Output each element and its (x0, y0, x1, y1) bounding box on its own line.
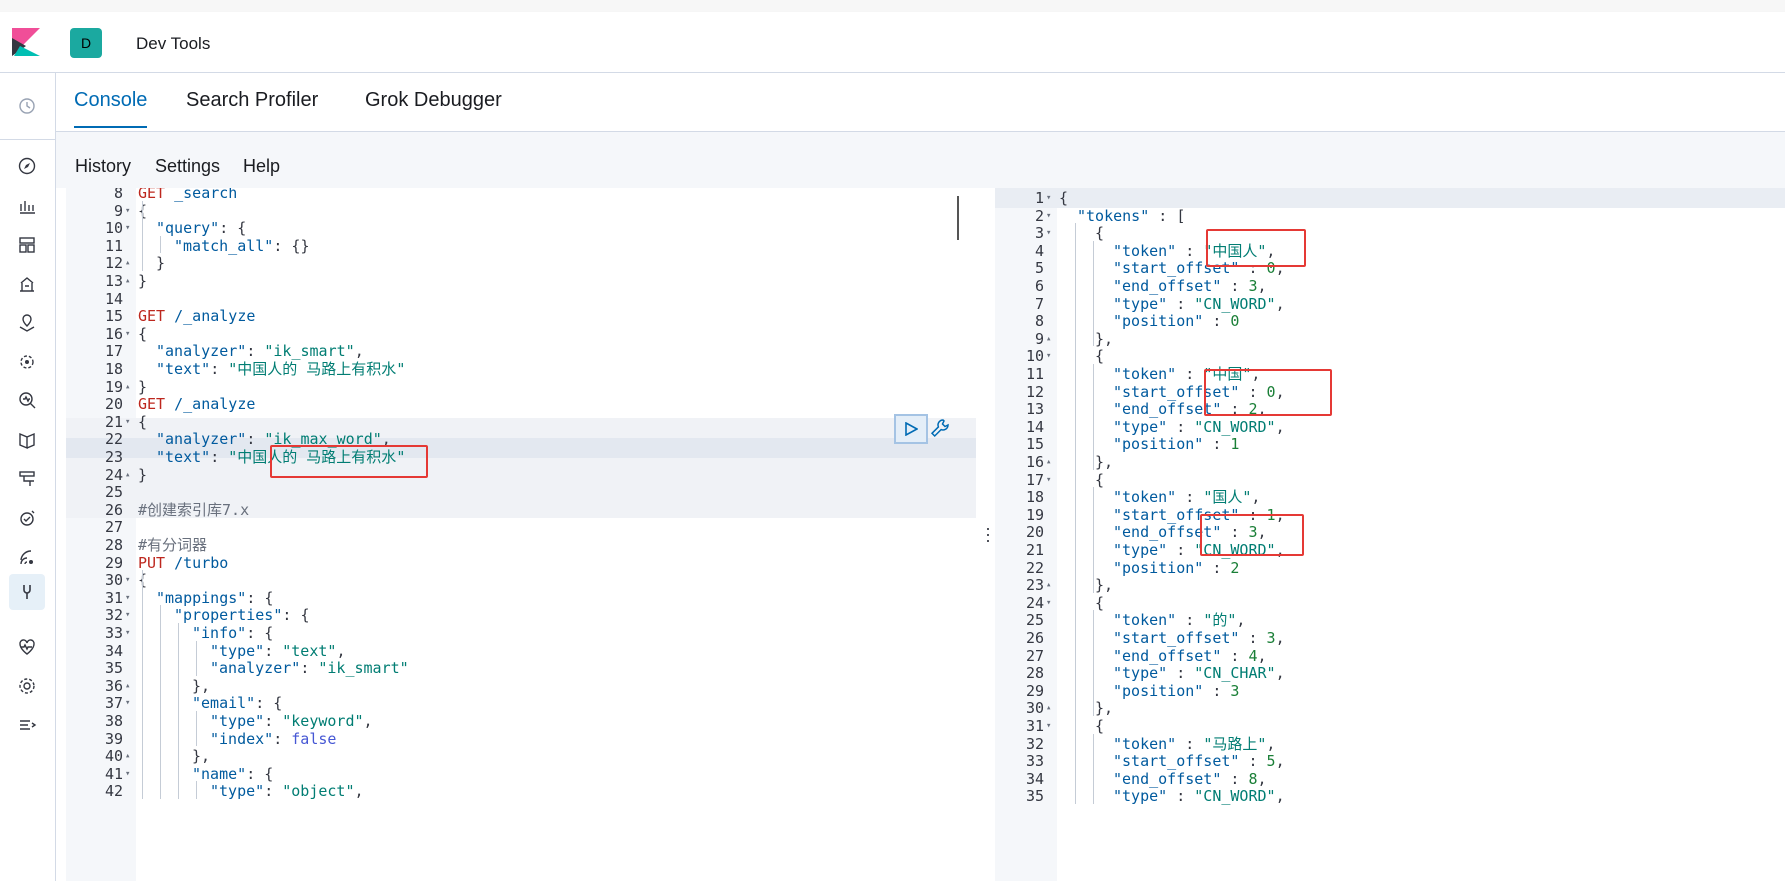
tab-bar: Console Search Profiler Grok Debugger (56, 73, 1785, 132)
tab-console[interactable]: Console (74, 89, 148, 128)
tab-search-profiler[interactable]: Search Profiler (186, 89, 318, 126)
help-link[interactable]: Help (243, 156, 280, 177)
apm-icon[interactable] (14, 466, 40, 492)
history-link[interactable]: History (75, 156, 131, 177)
play-icon (905, 422, 918, 436)
code-line: 35 "type" : "CN_WORD", (995, 786, 1785, 806)
annotation-box-token-1 (1206, 229, 1306, 267)
console-menu-bar: History Settings Help (56, 132, 1785, 188)
line-text: "type" : "CN_WORD", (1113, 787, 1285, 806)
sidebar-divider (0, 139, 55, 140)
app-header: D Dev Tools (0, 12, 1785, 73)
uptime-icon[interactable] (14, 505, 40, 531)
side-nav (0, 73, 56, 881)
indent-guide (196, 640, 197, 676)
send-request-button[interactable] (894, 414, 928, 444)
siem-icon[interactable] (14, 545, 40, 571)
annotation-box-analyzer (270, 445, 428, 478)
collapse-icon[interactable] (14, 712, 40, 738)
indent-guide (1093, 364, 1094, 470)
indent-guide (142, 570, 143, 799)
clock-icon[interactable] (14, 93, 40, 119)
space-avatar[interactable]: D (70, 28, 102, 58)
management-icon[interactable] (14, 673, 40, 699)
indent-guide (160, 605, 161, 799)
line-text: "type": "object", (210, 782, 364, 801)
indent-guide (142, 200, 143, 271)
annotation-box-token-3 (1200, 514, 1304, 556)
dev-tools-icon[interactable] (9, 574, 45, 610)
metrics-icon[interactable] (14, 387, 40, 413)
settings-link[interactable]: Settings (155, 156, 220, 177)
kibana-logo-icon[interactable] (12, 28, 40, 56)
line-number: 35 (1025, 787, 1044, 806)
indent-guide (178, 623, 179, 799)
response-viewer[interactable]: 1 ▾{2 ▾ "tokens" : [3 ▾{4 "token" : "中国人", 5 "s… (995, 188, 1785, 881)
maps-icon[interactable] (14, 310, 40, 336)
request-actions-button[interactable] (928, 416, 952, 440)
code-line: 42 "type": "object", (66, 781, 976, 801)
indent-guide (1093, 240, 1094, 347)
indent-guide (1093, 487, 1094, 593)
request-editor[interactable]: 8 GET _search 9 ▾{10 ▾ "query": {11 "match_all… (66, 188, 976, 881)
dashboard-icon[interactable] (14, 232, 40, 258)
line-number: 42 (104, 782, 123, 801)
indent-guide (196, 781, 197, 799)
indent-guide (160, 235, 161, 254)
compass-icon[interactable] (14, 153, 40, 179)
canvas-icon[interactable] (14, 271, 40, 297)
logs-icon[interactable] (14, 427, 40, 453)
tab-grok-debugger[interactable]: Grok Debugger (365, 89, 502, 126)
resizer-handle-icon[interactable]: · · · (985, 519, 991, 549)
monitoring-icon[interactable] (14, 634, 40, 660)
indent-guide (196, 711, 197, 747)
visualize-icon[interactable] (14, 193, 40, 219)
annotation-box-token-2 (1204, 369, 1332, 416)
indent-guide (1093, 733, 1094, 804)
indent-guide (1075, 223, 1076, 804)
wrench-icon (930, 419, 949, 438)
ml-icon[interactable] (14, 349, 40, 375)
indent-guide (1093, 610, 1094, 716)
page-title: Dev Tools (136, 34, 211, 53)
request-scrollbar[interactable] (957, 196, 959, 240)
